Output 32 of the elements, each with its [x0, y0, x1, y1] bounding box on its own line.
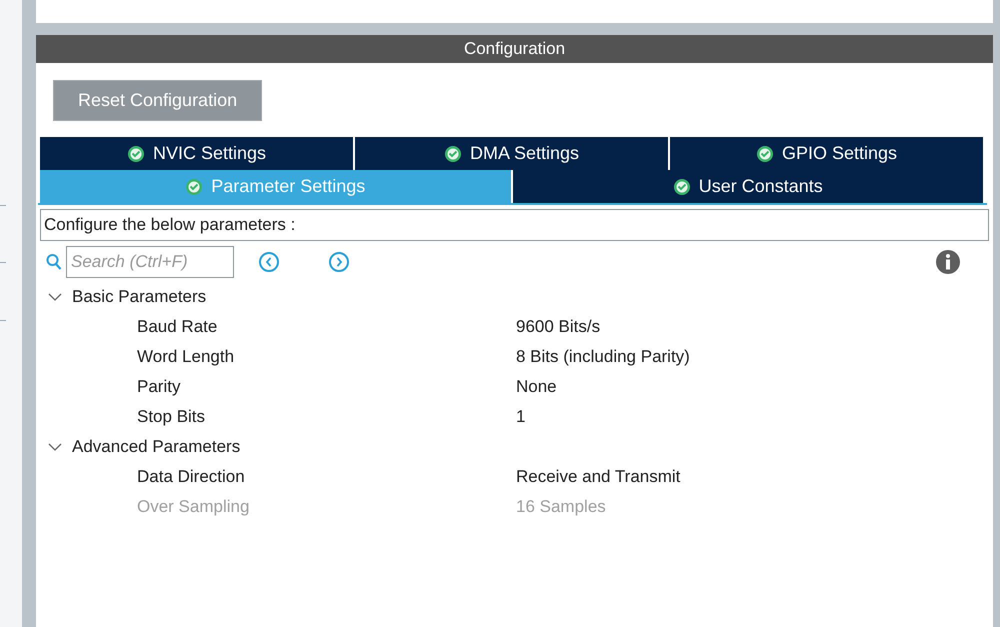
chevron-down-icon[interactable]	[48, 442, 62, 452]
info-icon[interactable]	[935, 248, 961, 274]
parameter-value: 1	[516, 406, 526, 428]
settings-tab[interactable]: NVIC Settings	[40, 137, 353, 170]
parameter-value: 8 Bits (including Parity)	[516, 346, 690, 368]
check-icon	[185, 178, 204, 196]
parameter-name: Over Sampling	[136, 496, 250, 518]
parameter-name: Data Direction	[136, 466, 246, 488]
description-text: Configure the below parameters :	[40, 209, 989, 240]
parameter-value: None	[516, 376, 557, 398]
parameter-name: Parity	[136, 376, 182, 398]
settings-tab[interactable]: DMA Settings	[355, 137, 668, 170]
parameter-name: Stop Bits	[136, 406, 206, 428]
previous-icon[interactable]	[258, 250, 280, 272]
check-icon	[756, 144, 774, 162]
panel-title: Configuration	[36, 35, 993, 63]
chevron-down-icon[interactable]	[48, 292, 62, 302]
settings-tab[interactable]: User Constants	[512, 170, 983, 203]
next-icon[interactable]	[328, 250, 350, 272]
search-icon	[46, 252, 62, 270]
settings-tab[interactable]: GPIO Settings	[670, 137, 983, 170]
parameter-value: 9600 Bits/s	[516, 316, 600, 338]
search-field[interactable]: Search (Ctrl+F)	[66, 246, 234, 278]
parameter-value: Receive and Transmit	[516, 466, 680, 488]
group-label: Basic Parameters	[72, 286, 206, 308]
check-icon	[126, 144, 145, 162]
parameter-name: Word Length	[136, 346, 236, 368]
parameter-name: Baud Rate	[136, 316, 218, 338]
group-label: Advanced Parameters	[72, 436, 240, 458]
parameter-value: 16 Samples	[516, 496, 606, 518]
check-icon	[444, 144, 462, 162]
check-icon	[672, 178, 691, 196]
